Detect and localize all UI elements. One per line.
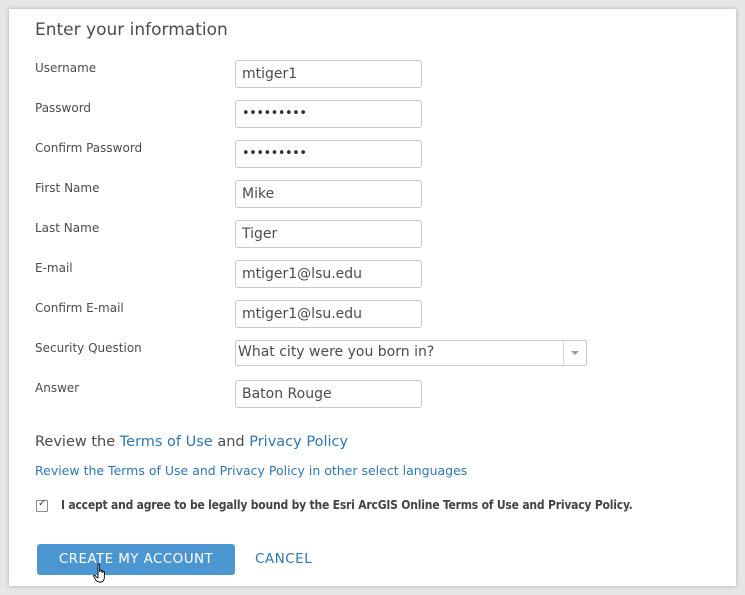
confirm-password-input[interactable]: ••••••••• — [235, 140, 422, 168]
security-question-label: Security Question — [35, 341, 142, 355]
confirm-email-input[interactable]: mtiger1@lsu.edu — [235, 300, 422, 328]
password-input[interactable]: ••••••••• — [235, 100, 422, 128]
username-row: Username mtiger1 — [9, 60, 736, 90]
hand-cursor-icon — [93, 563, 105, 583]
create-account-button[interactable]: CREATE MY ACCOUNT — [37, 544, 235, 575]
answer-input[interactable]: Baton Rouge — [235, 380, 422, 408]
last-name-row: Last Name Tiger — [9, 220, 736, 250]
username-input[interactable]: mtiger1 — [235, 60, 422, 88]
signup-panel: Enter your information Username mtiger1 … — [9, 9, 736, 586]
chevron-down-icon — [571, 351, 579, 355]
answer-row: Answer Baton Rouge — [9, 380, 736, 410]
security-question-select[interactable]: What city were you born in? — [235, 340, 587, 366]
password-label: Password — [35, 101, 92, 115]
review-terms-text: Review the Terms of Use and Privacy Poli… — [35, 434, 348, 450]
last-name-label: Last Name — [35, 221, 100, 235]
first-name-input[interactable]: Mike — [235, 180, 422, 208]
other-languages-link[interactable]: Review the Terms of Use and Privacy Poli… — [35, 463, 467, 478]
email-label: E-mail — [35, 261, 73, 275]
privacy-policy-link[interactable]: Privacy Policy — [249, 434, 348, 450]
email-row: E-mail mtiger1@lsu.edu — [9, 260, 736, 290]
cancel-button[interactable]: CANCEL — [255, 544, 312, 575]
last-name-input[interactable]: Tiger — [235, 220, 422, 248]
confirm-email-label: Confirm E-mail — [35, 301, 124, 315]
accept-label: I accept and agree to be legally bound b… — [61, 498, 633, 512]
security-question-value: What city were you born in? — [238, 344, 435, 360]
username-label: Username — [35, 61, 97, 75]
form-title: Enter your information — [35, 20, 228, 40]
first-name-row: First Name Mike — [9, 180, 736, 210]
review-and: and — [212, 434, 250, 450]
dropdown-button[interactable] — [563, 341, 586, 365]
password-row: Password ••••••••• — [9, 100, 736, 130]
first-name-label: First Name — [35, 181, 100, 195]
email-input[interactable]: mtiger1@lsu.edu — [235, 260, 422, 288]
confirm-email-row: Confirm E-mail mtiger1@lsu.edu — [9, 300, 736, 330]
confirm-password-label: Confirm Password — [35, 141, 143, 155]
accept-checkbox[interactable]: ✓ — [36, 498, 48, 512]
answer-label: Answer — [35, 381, 80, 395]
checkmark-icon: ✓ — [38, 498, 47, 509]
security-question-row: Security Question What city were you bor… — [9, 340, 736, 370]
review-prefix: Review the — [35, 434, 120, 450]
confirm-password-row: Confirm Password ••••••••• — [9, 140, 736, 170]
terms-of-use-link[interactable]: Terms of Use — [120, 434, 213, 450]
